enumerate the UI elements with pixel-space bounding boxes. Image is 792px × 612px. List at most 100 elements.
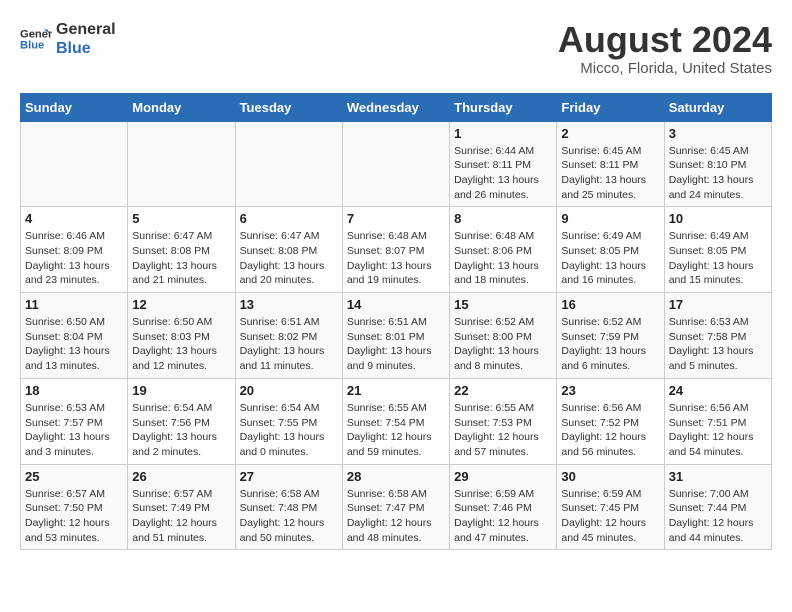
day-number: 12: [132, 297, 230, 312]
day-number: 20: [240, 383, 338, 398]
calendar-table: SundayMondayTuesdayWednesdayThursdayFrid…: [20, 93, 772, 551]
day-info: Sunrise: 6:54 AMSunset: 7:55 PMDaylight:…: [240, 401, 338, 460]
day-header-thursday: Thursday: [450, 93, 557, 121]
calendar-cell: 18Sunrise: 6:53 AMSunset: 7:57 PMDayligh…: [21, 378, 128, 464]
week-row-5: 25Sunrise: 6:57 AMSunset: 7:50 PMDayligh…: [21, 464, 772, 550]
day-info: Sunrise: 6:56 AMSunset: 7:52 PMDaylight:…: [561, 401, 659, 460]
month-title: August 2024: [558, 20, 772, 60]
day-number: 28: [347, 469, 445, 484]
day-info: Sunrise: 6:55 AMSunset: 7:54 PMDaylight:…: [347, 401, 445, 460]
logo-icon: General Blue: [20, 23, 52, 55]
day-number: 15: [454, 297, 552, 312]
calendar-cell: 9 Sunrise: 6:49 AMSunset: 8:05 PMDaylight…: [557, 207, 664, 293]
week-row-1: 1 Sunrise: 6:44 AMSunset: 8:11 PMDaylight…: [21, 121, 772, 207]
calendar-cell: [342, 121, 449, 207]
svg-text:Blue: Blue: [20, 40, 44, 52]
day-number: 31: [669, 469, 767, 484]
day-number: 8: [454, 211, 552, 226]
day-info: Sunrise: 6:50 AMSunset: 8:03 PMDaylight:…: [132, 315, 230, 374]
day-info: Sunrise: 6:49 AMSunset: 8:05 PMDaylight:…: [561, 229, 659, 288]
calendar-cell: 17 Sunrise: 6:53 AMSunset: 7:58 PMDayligh…: [664, 293, 771, 379]
day-number: 2: [561, 126, 659, 141]
calendar-cell: 1 Sunrise: 6:44 AMSunset: 8:11 PMDaylight…: [450, 121, 557, 207]
calendar-cell: [235, 121, 342, 207]
logo: General Blue General Blue: [20, 20, 116, 58]
week-row-3: 11 Sunrise: 6:50 AMSunset: 8:04 PMDayligh…: [21, 293, 772, 379]
day-header-saturday: Saturday: [664, 93, 771, 121]
day-number: 27: [240, 469, 338, 484]
day-number: 5: [132, 211, 230, 226]
day-header-friday: Friday: [557, 93, 664, 121]
day-info: Sunrise: 6:44 AMSunset: 8:11 PMDaylight:…: [454, 144, 552, 203]
calendar-cell: 2 Sunrise: 6:45 AMSunset: 8:11 PMDaylight…: [557, 121, 664, 207]
calendar-cell: 30Sunrise: 6:59 AMSunset: 7:45 PMDayligh…: [557, 464, 664, 550]
day-header-sunday: Sunday: [21, 93, 128, 121]
location: Micco, Florida, United States: [558, 60, 772, 77]
calendar-cell: 24Sunrise: 6:56 AMSunset: 7:51 PMDayligh…: [664, 378, 771, 464]
logo-line1: General: [56, 20, 116, 39]
day-info: Sunrise: 6:57 AMSunset: 7:49 PMDaylight:…: [132, 487, 230, 546]
day-info: Sunrise: 6:45 AMSunset: 8:10 PMDaylight:…: [669, 144, 767, 203]
week-row-2: 4 Sunrise: 6:46 AMSunset: 8:09 PMDaylight…: [21, 207, 772, 293]
calendar-cell: 26Sunrise: 6:57 AMSunset: 7:49 PMDayligh…: [128, 464, 235, 550]
week-row-4: 18Sunrise: 6:53 AMSunset: 7:57 PMDayligh…: [21, 378, 772, 464]
day-header-wednesday: Wednesday: [342, 93, 449, 121]
day-number: 24: [669, 383, 767, 398]
calendar-cell: 28Sunrise: 6:58 AMSunset: 7:47 PMDayligh…: [342, 464, 449, 550]
calendar-cell: [21, 121, 128, 207]
day-number: 6: [240, 211, 338, 226]
day-number: 10: [669, 211, 767, 226]
calendar-cell: 31 Sunrise: 7:00 AMSunset: 7:44 PMDayligh…: [664, 464, 771, 550]
calendar-cell: 4 Sunrise: 6:46 AMSunset: 8:09 PMDaylight…: [21, 207, 128, 293]
day-info: Sunrise: 6:49 AMSunset: 8:05 PMDaylight:…: [669, 229, 767, 288]
calendar-cell: 21 Sunrise: 6:55 AMSunset: 7:54 PMDayligh…: [342, 378, 449, 464]
calendar-cell: 5Sunrise: 6:47 AMSunset: 8:08 PMDaylight…: [128, 207, 235, 293]
day-info: Sunrise: 7:00 AMSunset: 7:44 PMDaylight:…: [669, 487, 767, 546]
calendar-cell: 29 Sunrise: 6:59 AMSunset: 7:46 PMDayligh…: [450, 464, 557, 550]
calendar-header-row: SundayMondayTuesdayWednesdayThursdayFrid…: [21, 93, 772, 121]
day-info: Sunrise: 6:53 AMSunset: 7:57 PMDaylight:…: [25, 401, 123, 460]
day-info: Sunrise: 6:58 AMSunset: 7:48 PMDaylight:…: [240, 487, 338, 546]
day-info: Sunrise: 6:54 AMSunset: 7:56 PMDaylight:…: [132, 401, 230, 460]
day-info: Sunrise: 6:53 AMSunset: 7:58 PMDaylight:…: [669, 315, 767, 374]
calendar-body: 1 Sunrise: 6:44 AMSunset: 8:11 PMDaylight…: [21, 121, 772, 550]
day-info: Sunrise: 6:50 AMSunset: 8:04 PMDaylight:…: [25, 315, 123, 374]
calendar-cell: 7Sunrise: 6:48 AMSunset: 8:07 PMDaylight…: [342, 207, 449, 293]
day-info: Sunrise: 6:59 AMSunset: 7:46 PMDaylight:…: [454, 487, 552, 546]
day-number: 17: [669, 297, 767, 312]
day-number: 13: [240, 297, 338, 312]
calendar-cell: 12 Sunrise: 6:50 AMSunset: 8:03 PMDayligh…: [128, 293, 235, 379]
calendar-cell: 27 Sunrise: 6:58 AMSunset: 7:48 PMDayligh…: [235, 464, 342, 550]
calendar-cell: 10 Sunrise: 6:49 AMSunset: 8:05 PMDayligh…: [664, 207, 771, 293]
day-number: 1: [454, 126, 552, 141]
day-header-tuesday: Tuesday: [235, 93, 342, 121]
calendar-cell: 8Sunrise: 6:48 AMSunset: 8:06 PMDaylight…: [450, 207, 557, 293]
day-number: 9: [561, 211, 659, 226]
day-info: Sunrise: 6:51 AMSunset: 8:02 PMDaylight:…: [240, 315, 338, 374]
day-number: 16: [561, 297, 659, 312]
day-info: Sunrise: 6:48 AMSunset: 8:07 PMDaylight:…: [347, 229, 445, 288]
day-info: Sunrise: 6:55 AMSunset: 7:53 PMDaylight:…: [454, 401, 552, 460]
day-info: Sunrise: 6:52 AMSunset: 7:59 PMDaylight:…: [561, 315, 659, 374]
calendar-cell: 22 Sunrise: 6:55 AMSunset: 7:53 PMDayligh…: [450, 378, 557, 464]
calendar-cell: 6Sunrise: 6:47 AMSunset: 8:08 PMDaylight…: [235, 207, 342, 293]
day-number: 29: [454, 469, 552, 484]
day-number: 23: [561, 383, 659, 398]
calendar-cell: 25Sunrise: 6:57 AMSunset: 7:50 PMDayligh…: [21, 464, 128, 550]
day-info: Sunrise: 6:45 AMSunset: 8:11 PMDaylight:…: [561, 144, 659, 203]
calendar-cell: 15Sunrise: 6:52 AMSunset: 8:00 PMDayligh…: [450, 293, 557, 379]
calendar-cell: 20 Sunrise: 6:54 AMSunset: 7:55 PMDayligh…: [235, 378, 342, 464]
day-number: 14: [347, 297, 445, 312]
logo-line2: Blue: [56, 39, 116, 58]
calendar-cell: 16 Sunrise: 6:52 AMSunset: 7:59 PMDayligh…: [557, 293, 664, 379]
day-info: Sunrise: 6:57 AMSunset: 7:50 PMDaylight:…: [25, 487, 123, 546]
day-number: 3: [669, 126, 767, 141]
day-number: 11: [25, 297, 123, 312]
day-info: Sunrise: 6:46 AMSunset: 8:09 PMDaylight:…: [25, 229, 123, 288]
day-number: 4: [25, 211, 123, 226]
day-header-monday: Monday: [128, 93, 235, 121]
day-number: 22: [454, 383, 552, 398]
calendar-cell: 11 Sunrise: 6:50 AMSunset: 8:04 PMDayligh…: [21, 293, 128, 379]
day-info: Sunrise: 6:51 AMSunset: 8:01 PMDaylight:…: [347, 315, 445, 374]
day-number: 21: [347, 383, 445, 398]
